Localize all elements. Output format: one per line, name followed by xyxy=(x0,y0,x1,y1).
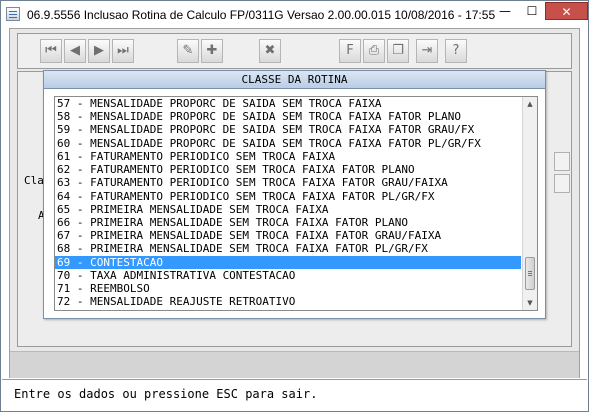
list-item[interactable]: 58 - MENSALIDADE PROPORC DE SAIDA SEM TR… xyxy=(55,110,521,123)
list-item[interactable]: 59 - MENSALIDADE PROPORC DE SAIDA SEM TR… xyxy=(55,123,521,136)
list-item[interactable]: 63 - FATURAMENTO PERIODICO SEM TROCA FAI… xyxy=(55,176,521,189)
add-icon[interactable]: ✚ xyxy=(201,39,223,63)
next-record-icon[interactable]: ▶ xyxy=(88,39,110,63)
edit-icon[interactable]: ✎ xyxy=(177,39,199,63)
scroll-up-icon[interactable]: ▲ xyxy=(523,97,537,111)
list-rows: 57 - MENSALIDADE PROPORC DE SAIDA SEM TR… xyxy=(55,97,521,309)
status-message: Entre os dados ou pressione ESC para sai… xyxy=(14,387,318,401)
list-item[interactable]: 64 - FATURAMENTO PERIODICO SEM TROCA FAI… xyxy=(55,190,521,203)
close-button[interactable]: ✕ xyxy=(545,2,588,20)
list-item[interactable]: 66 - PRIMEIRA MENSALIDADE SEM TROCA FAIX… xyxy=(55,216,521,229)
form-label-classe: Cla xyxy=(24,174,44,187)
classe-rotina-dialog: CLASSE DA ROTINA 57 - MENSALIDADE PROPOR… xyxy=(43,70,546,319)
list-item[interactable]: 67 - PRIMEIRA MENSALIDADE SEM TROCA FAIX… xyxy=(55,229,521,242)
maximize-button[interactable]: ☐ xyxy=(519,2,545,20)
dialog-title: CLASSE DA ROTINA xyxy=(44,71,545,89)
toolbar: ⏮ ◀ ▶ ⏭ ✎ ✚ ✖ F ⎙ ❐ ⇥ ? xyxy=(17,33,572,69)
status-bar: Entre os dados ou pressione ESC para sai… xyxy=(2,379,587,411)
form-field-2[interactable] xyxy=(554,174,570,193)
copy-icon[interactable]: ❐ xyxy=(387,39,409,63)
help-icon[interactable]: ? xyxy=(445,39,467,63)
bottom-panel xyxy=(10,351,579,378)
minimize-button[interactable]: — xyxy=(491,2,519,20)
classe-rotina-list[interactable]: 57 - MENSALIDADE PROPORC DE SAIDA SEM TR… xyxy=(54,96,538,311)
delete-icon[interactable]: ✖ xyxy=(259,39,281,63)
application-window: 06.9.5556 Inclusao Rotina de Calculo FP/… xyxy=(0,0,589,412)
list-item[interactable]: 70 - TAXA ADMINISTRATIVA CONTESTACAO xyxy=(55,269,521,282)
title-bar: 06.9.5556 Inclusao Rotina de Calculo FP/… xyxy=(1,1,588,28)
exit-icon[interactable]: ⇥ xyxy=(416,39,438,63)
list-item[interactable]: 65 - PRIMEIRA MENSALIDADE SEM TROCA FAIX… xyxy=(55,203,521,216)
last-record-icon[interactable]: ⏭ xyxy=(112,39,134,63)
scrollbar-thumb[interactable] xyxy=(525,257,535,290)
list-scrollbar[interactable]: ▲ ▼ xyxy=(522,97,537,310)
list-item[interactable]: 57 - MENSALIDADE PROPORC DE SAIDA SEM TR… xyxy=(55,97,521,110)
list-item[interactable]: 60 - MENSALIDADE PROPORC DE SAIDA SEM TR… xyxy=(55,137,521,150)
previous-record-icon[interactable]: ◀ xyxy=(64,39,86,63)
list-item[interactable]: 69 - CONTESTACAO xyxy=(55,255,521,269)
list-item[interactable]: 71 - REEMBOLSO xyxy=(55,282,521,295)
list-item[interactable]: 62 - FATURAMENTO PERIODICO SEM TROCA FAI… xyxy=(55,163,521,176)
list-item[interactable]: 61 - FATURAMENTO PERIODICO SEM TROCA FAI… xyxy=(55,150,521,163)
list-item[interactable]: 72 - MENSALIDADE REAJUSTE RETROATIVO xyxy=(55,295,521,308)
first-record-icon[interactable]: ⏮ xyxy=(40,39,62,63)
window-title: 06.9.5556 Inclusao Rotina de Calculo FP/… xyxy=(27,8,496,22)
app-icon xyxy=(6,7,20,21)
filter-icon[interactable]: F xyxy=(339,39,361,63)
scroll-down-icon[interactable]: ▼ xyxy=(523,296,537,310)
list-item[interactable]: 68 - PRIMEIRA MENSALIDADE SEM TROCA FAIX… xyxy=(55,242,521,255)
print-icon[interactable]: ⎙ xyxy=(363,39,385,63)
form-field-1[interactable] xyxy=(554,152,570,171)
